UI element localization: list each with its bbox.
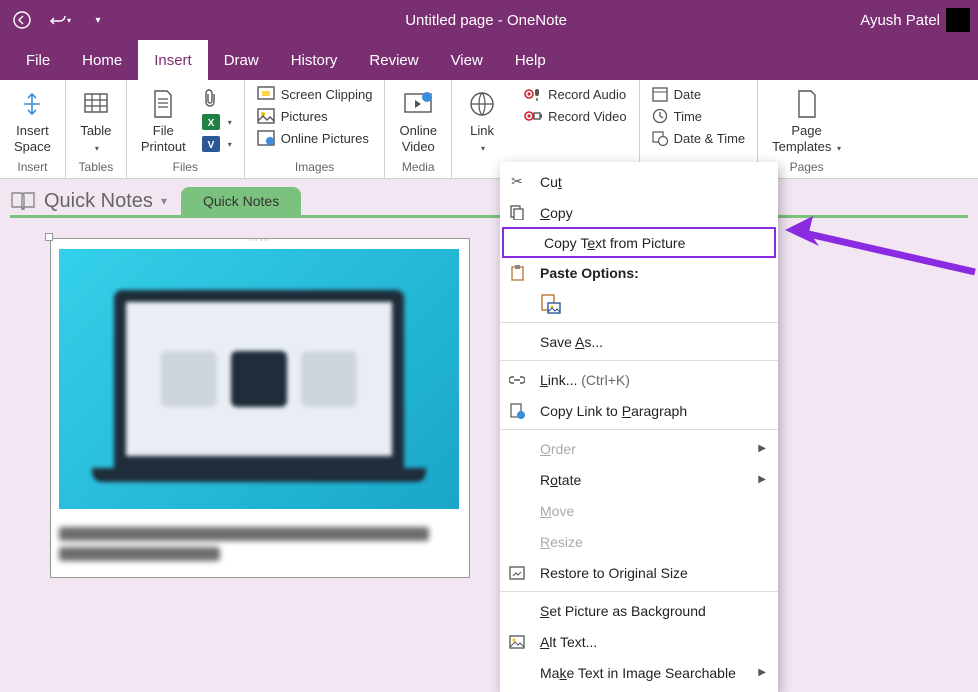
paste-picture-icon [540, 293, 562, 315]
tab-review[interactable]: Review [353, 40, 434, 80]
date-time-button[interactable]: Date & Time [648, 128, 750, 148]
tab-draw[interactable]: Draw [208, 40, 275, 80]
online-video-button[interactable]: Online Video [393, 84, 443, 158]
ctx-link-icon [506, 374, 528, 386]
menubar: File Home Insert Draw History Review Vie… [0, 40, 978, 80]
ctx-paste-picture[interactable] [500, 288, 778, 319]
undo-icon[interactable]: ▾ [46, 6, 74, 34]
svg-text:X: X [207, 118, 214, 129]
ctx-order: Order▶ [500, 433, 778, 464]
window-title: Untitled page - OneNote [112, 12, 860, 29]
group-label-media: Media [393, 158, 443, 176]
avatar[interactable] [946, 8, 970, 32]
cut-icon: ✂ [506, 173, 528, 190]
group-label-tables: Tables [74, 158, 118, 176]
link-button[interactable]: Link▾ [460, 84, 504, 158]
pictures-button[interactable]: Pictures [253, 106, 377, 126]
ribbon: Insert Space Insert Table▾ Tables File P… [0, 80, 978, 179]
tab-file[interactable]: File [10, 40, 66, 80]
pictures-icon [257, 108, 275, 124]
user-name[interactable]: Ayush Patel [860, 12, 940, 29]
file-printout-icon [147, 88, 179, 120]
tab-insert[interactable]: Insert [138, 40, 208, 80]
visio-button[interactable]: V▾ [198, 134, 236, 154]
qat-customize-icon[interactable]: ▾ [84, 6, 112, 34]
ctx-make-searchable[interactable]: Make Text in Image Searchable▶ [500, 657, 778, 688]
notebook-icon [10, 190, 36, 212]
ctx-set-background[interactable]: Set Picture as Background [500, 595, 778, 626]
screen-clipping-button[interactable]: Screen Clipping [253, 84, 377, 104]
tab-history[interactable]: History [275, 40, 354, 80]
date-button[interactable]: Date [648, 84, 750, 104]
tab-view[interactable]: View [435, 40, 499, 80]
insert-space-icon [16, 88, 48, 120]
visio-icon: V [202, 136, 220, 152]
record-video-icon [524, 108, 542, 124]
table-button[interactable]: Table▾ [74, 84, 118, 158]
paste-icon [506, 265, 528, 281]
time-icon [652, 108, 668, 124]
screen-clipping-icon [257, 86, 275, 102]
drag-handle-icon[interactable]: ⋯⋯ [248, 235, 272, 246]
date-icon [652, 86, 668, 102]
record-audio-icon [524, 86, 542, 102]
section-tab[interactable]: Quick Notes [181, 187, 301, 215]
restore-size-icon [506, 566, 528, 580]
ctx-copy-text-from-picture[interactable]: Copy Text from Picture [502, 227, 776, 258]
ctx-save-as[interactable]: Save As... [500, 326, 778, 357]
ctx-link[interactable]: Link... (Ctrl+K) [500, 364, 778, 395]
online-video-icon [402, 88, 434, 120]
context-menu: ✂ Cut Copy Copy Text from Picture Paste … [500, 162, 778, 692]
file-printout-button[interactable]: File Printout [135, 84, 192, 158]
online-pictures-button[interactable]: Online Pictures [253, 128, 377, 148]
ctx-move: Move [500, 495, 778, 526]
page-templates-button[interactable]: Page Templates ▾ [766, 84, 847, 158]
page-canvas[interactable]: ⋯⋯ [0, 218, 978, 578]
ctx-cut[interactable]: ✂ Cut [500, 166, 778, 197]
ctx-restore-size[interactable]: Restore to Original Size [500, 557, 778, 588]
group-label-pages: Pages [766, 158, 847, 176]
back-icon[interactable] [8, 6, 36, 34]
chevron-down-icon: ▾ [161, 194, 167, 208]
ctx-rotate[interactable]: Rotate▶ [500, 464, 778, 495]
time-button[interactable]: Time [648, 106, 750, 126]
alt-text-icon [506, 635, 528, 649]
ctx-copy[interactable]: Copy [500, 197, 778, 228]
ctx-resize: Resize [500, 526, 778, 557]
notebook-selector[interactable]: Quick Notes ▾ [10, 190, 167, 213]
online-pictures-icon [257, 130, 275, 146]
inserted-picture[interactable] [59, 249, 459, 509]
page-templates-icon [791, 88, 823, 120]
section-header: Quick Notes ▾ Quick Notes [0, 179, 978, 215]
ctx-paste-options: Paste Options: [500, 257, 778, 288]
record-video-button[interactable]: Record Video [520, 106, 631, 126]
file-attachment-button[interactable] [198, 86, 236, 110]
table-icon [80, 88, 112, 120]
paperclip-icon [202, 88, 218, 108]
ctx-copy-link-paragraph[interactable]: Copy Link to Paragraph [500, 395, 778, 426]
copy-icon [506, 205, 528, 220]
selected-container[interactable]: ⋯⋯ [50, 238, 470, 578]
group-label-images: Images [253, 158, 377, 176]
svg-text:V: V [207, 140, 214, 151]
record-audio-button[interactable]: Record Audio [520, 84, 631, 104]
copy-link-icon [506, 403, 528, 419]
blurred-text [59, 527, 461, 561]
titlebar: ▾ ▾ Untitled page - OneNote Ayush Patel [0, 0, 978, 40]
date-time-icon [652, 130, 668, 146]
ctx-alt-text[interactable]: Alt Text... [500, 626, 778, 657]
group-label-files: Files [135, 158, 236, 176]
tab-help[interactable]: Help [499, 40, 562, 80]
group-label-insert: Insert [8, 158, 57, 176]
excel-icon: X [202, 114, 220, 130]
link-icon [466, 88, 498, 120]
spreadsheet-button[interactable]: X▾ [198, 112, 236, 132]
tab-home[interactable]: Home [66, 40, 138, 80]
insert-space-button[interactable]: Insert Space [8, 84, 57, 158]
